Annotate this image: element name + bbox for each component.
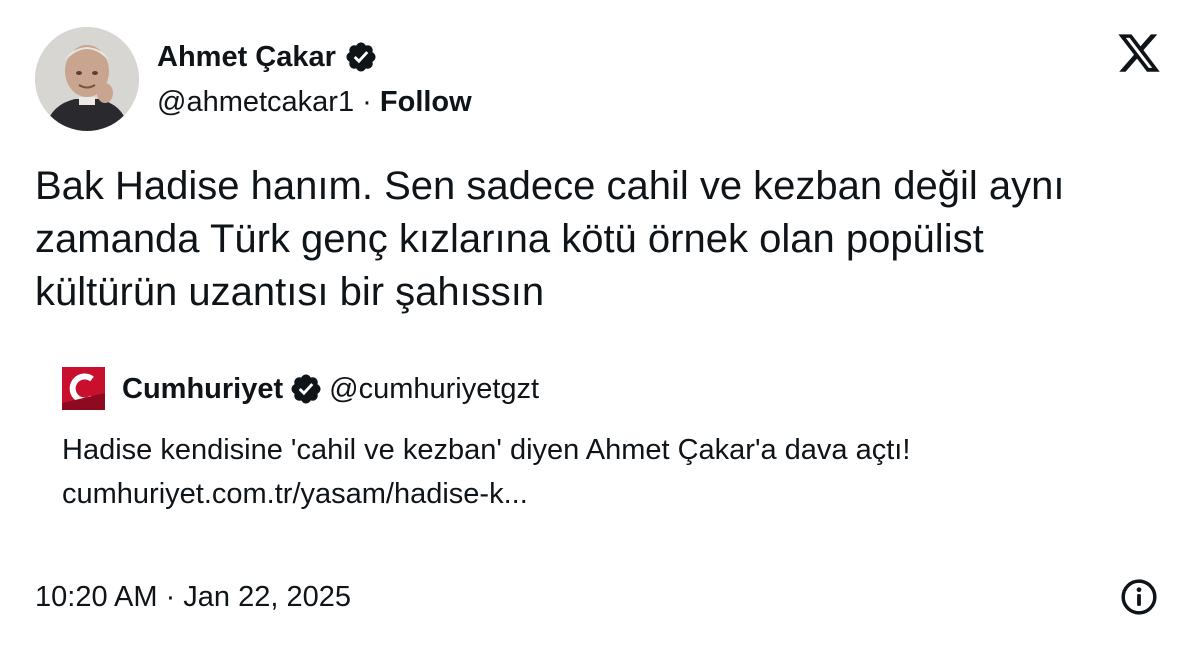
tweet-text-line: Bak Hadise hanım. Sen sadece cahil ve ke… — [35, 164, 1065, 208]
tweet-timestamp[interactable]: 10:20 AM · Jan 22, 2025 — [35, 578, 351, 616]
tweet-text-line: zamanda Türk genç kızlarına kötü örnek o… — [35, 217, 984, 261]
quoted-tweet-body: Hadise kendisine 'cahil ve kezban' diyen… — [62, 428, 1142, 516]
verified-badge-icon — [291, 374, 321, 404]
tweet-text-line: kültürün uzantısı bir şahıssın — [35, 270, 545, 314]
separator-dot: · — [362, 86, 372, 118]
follow-button[interactable]: Follow — [380, 86, 472, 118]
verified-badge-icon — [346, 42, 376, 72]
avatar[interactable] — [35, 27, 139, 131]
author-name[interactable]: Ahmet Çakar — [157, 38, 336, 76]
author-handle[interactable]: @ahmetcakar1 — [157, 86, 354, 118]
handle-line: @ahmetcakar1 · Follow — [157, 84, 472, 120]
quoted-author-handle[interactable]: @cumhuriyetgzt — [329, 370, 539, 408]
quoted-author-row: Cumhuriyet @cumhuriyetgzt — [122, 370, 539, 408]
x-logo-icon[interactable] — [1115, 30, 1163, 76]
avatar-photo — [35, 27, 139, 131]
info-icon[interactable] — [1120, 578, 1158, 616]
quoted-tweet-text: Hadise kendisine 'cahil ve kezban' diyen… — [62, 434, 911, 466]
cumhuriyet-logo-icon — [62, 367, 105, 410]
tweet-text: Bak Hadise hanım. Sen sadece cahil ve ke… — [35, 160, 1165, 319]
quoted-author-name[interactable]: Cumhuriyet — [122, 370, 283, 408]
author-name-row[interactable]: Ahmet Çakar — [157, 38, 378, 76]
quoted-tweet-link[interactable]: cumhuriyet.com.tr/yasam/hadise-k... — [62, 472, 1142, 516]
